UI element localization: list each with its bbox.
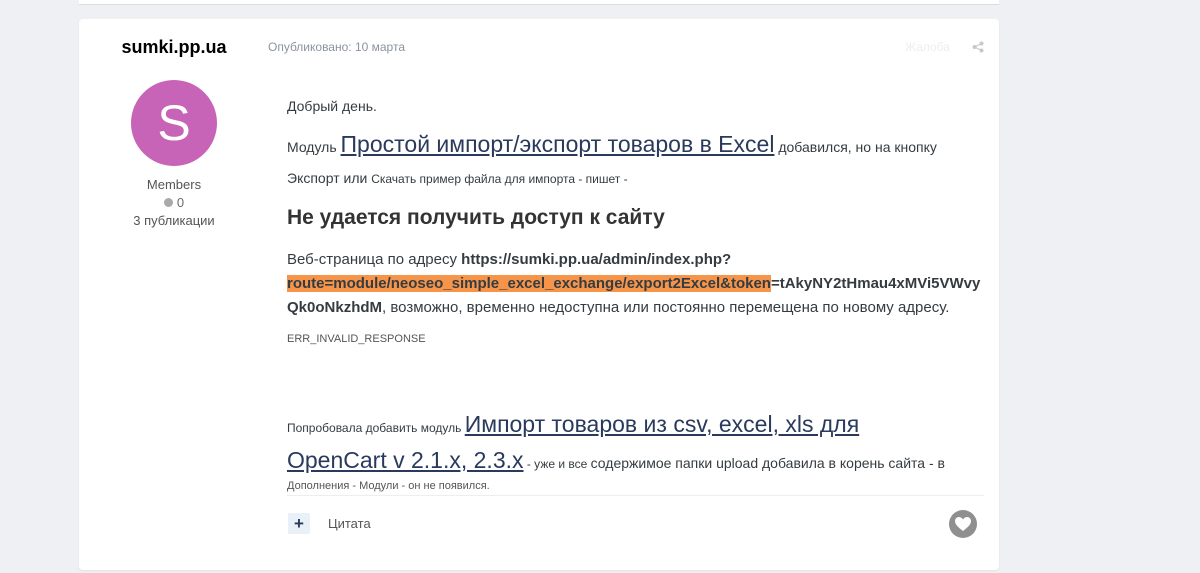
export-small-text: Скачать пример файла для импорта - пишет… bbox=[371, 172, 628, 186]
reputation-count: 0 bbox=[176, 195, 185, 210]
try-mid: содержимое папки upload добавила в корен… bbox=[590, 455, 945, 471]
web-line-3: Qk0oNkzhdM, возможно, временно недоступн… bbox=[287, 299, 949, 316]
multiquote-button[interactable]: + bbox=[288, 513, 310, 534]
avatar[interactable]: S bbox=[131, 80, 217, 166]
forum-post: sumki.pp.ua S Members 0 3 публикации Опу… bbox=[79, 19, 999, 570]
module-link[interactable]: Простой импорт/экспорт товаров в Excel bbox=[341, 131, 775, 157]
report-link[interactable]: Жалоба bbox=[905, 40, 950, 54]
divider bbox=[287, 495, 984, 496]
module-paragraph: Модуль Простой импорт/экспорт товаров в … bbox=[287, 131, 937, 158]
try-paragraph-line-3: Дополнения - Модули - он не появился. bbox=[287, 480, 490, 492]
error-heading: Не удается получить доступ к сайту bbox=[287, 206, 665, 229]
web-line-2: route=module/neoseo_simple_excel_exchang… bbox=[287, 275, 980, 292]
try-paragraph-line-2: OpenCart v 2.1.x, 2.3.x - уже и все соде… bbox=[287, 447, 945, 474]
try-mid-small: - уже и все bbox=[523, 457, 591, 471]
web-prefix: Веб-страница по адресу bbox=[287, 251, 462, 268]
try-link-1[interactable]: Импорт товаров из csv, excel, xls для bbox=[465, 411, 859, 437]
author-name[interactable]: sumki.pp.ua bbox=[79, 37, 269, 58]
heart-icon bbox=[955, 517, 971, 531]
previous-post-edge bbox=[79, 0, 999, 5]
web-suffix: , возможно, временно недоступна или пост… bbox=[382, 299, 950, 316]
export-text: Экспорт или bbox=[287, 170, 372, 186]
try-link-2[interactable]: OpenCart v 2.1.x, 2.3.x bbox=[287, 447, 524, 473]
url-part-3: Qk0oNkzhdM bbox=[287, 299, 383, 316]
module-suffix: добавился, но на кнопку bbox=[774, 139, 937, 155]
web-line-1: Веб-страница по адресу https://sumki.pp.… bbox=[287, 251, 731, 268]
author-post-count: 3 публикации bbox=[133, 213, 215, 228]
greeting-text: Добрый день. bbox=[287, 98, 377, 114]
post-date: Опубликовано: 10 марта bbox=[268, 40, 405, 54]
export-paragraph: Экспорт или Скачать пример файла для имп… bbox=[287, 170, 628, 186]
try-paragraph-line-1: Попробовала добавить модуль Импорт товар… bbox=[287, 411, 859, 438]
url-part-2: =tAkyNY2tHmau4xMVi5VWvy bbox=[770, 275, 981, 292]
share-icon[interactable] bbox=[972, 41, 984, 53]
author-group: Members bbox=[146, 177, 202, 192]
url-part-1: https://sumki.pp.ua/admin/index.php? bbox=[461, 251, 732, 268]
quote-button[interactable]: Цитата bbox=[328, 516, 371, 531]
error-code: ERR_INVALID_RESPONSE bbox=[287, 333, 426, 345]
module-prefix: Модуль bbox=[287, 139, 341, 155]
reputation-badge: 0 bbox=[79, 195, 269, 210]
url-highlight: route=module/neoseo_simple_excel_exchang… bbox=[287, 275, 771, 292]
reaction-button[interactable] bbox=[949, 510, 977, 538]
reputation-dot-icon bbox=[163, 198, 173, 207]
try-prefix: Попробовала добавить модуль bbox=[287, 421, 465, 435]
